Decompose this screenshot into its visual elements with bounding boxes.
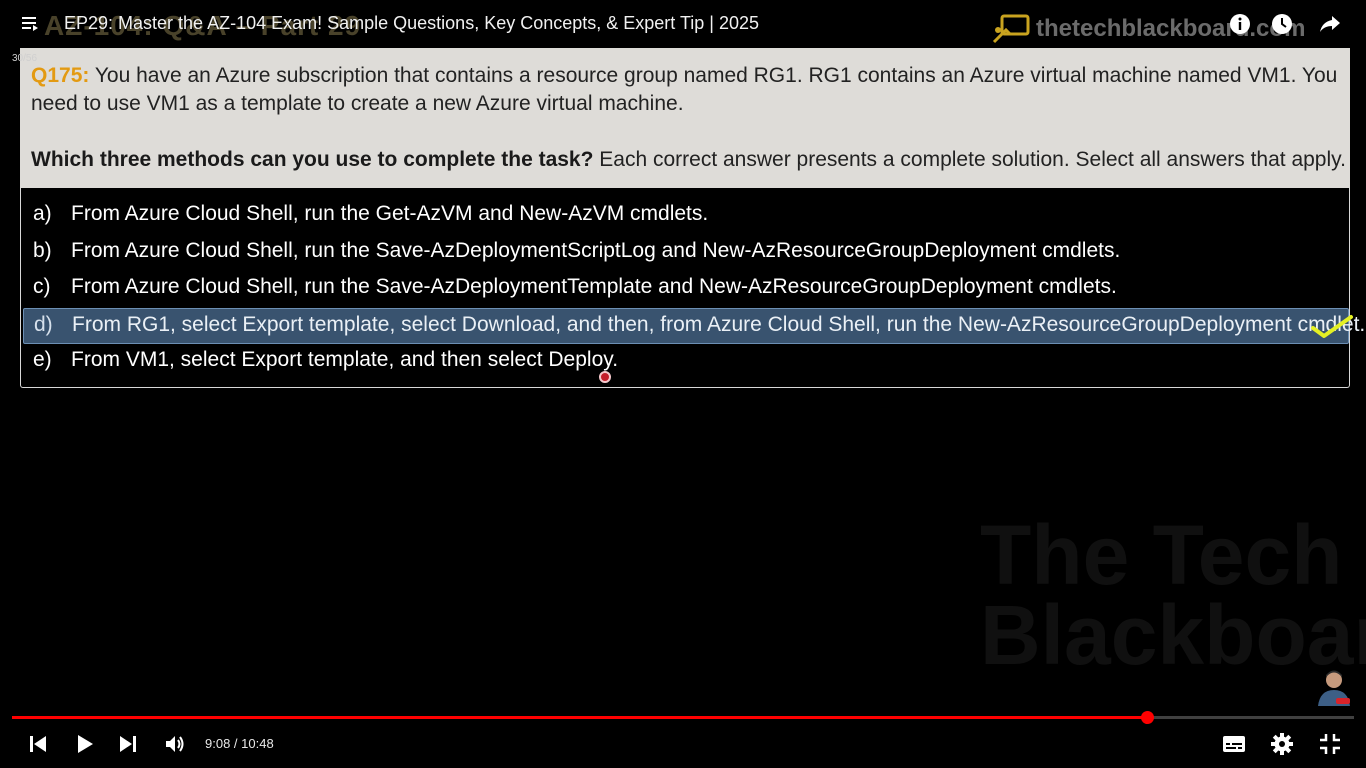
- question-text-2: need to use VM1 as a template to create …: [31, 92, 684, 115]
- check-icon: [1311, 315, 1353, 338]
- answer-option-d[interactable]: d) From RG1, select Export template, sel…: [23, 308, 1365, 344]
- answer-option-b[interactable]: b) From Azure Cloud Shell, run the Save-…: [23, 235, 1347, 269]
- progress-scrubber[interactable]: [1140, 711, 1154, 724]
- captions-icon[interactable]: [1222, 734, 1246, 754]
- question-line-1: Q175: You have an Azure subscription tha…: [31, 62, 1337, 90]
- answer-text: From VM1, select Export template, and th…: [71, 348, 619, 371]
- question-prompt-rest: Each correct answer presents a complete …: [593, 148, 1346, 171]
- answer-letter: a): [33, 202, 52, 225]
- answer-text: From Azure Cloud Shell, run the Save-AzD…: [71, 239, 1121, 262]
- top-bar: AZ-104: Q&A – Part 29 EP29: Master the A…: [0, 0, 1366, 48]
- answer-text: From Azure Cloud Shell, run the Get-AzVM…: [71, 202, 709, 225]
- volume-icon[interactable]: [164, 733, 186, 755]
- answer-text: From RG1, select Export template, select…: [72, 313, 1366, 336]
- question-prompt-bold: Which three methods can you use to compl…: [31, 148, 594, 171]
- answer-option-c[interactable]: c) From Azure Cloud Shell, run the Save-…: [23, 271, 1347, 305]
- question-panel: Q175: You have an Azure subscription tha…: [20, 48, 1350, 188]
- answer-letter: c): [33, 275, 51, 298]
- progress-played: [12, 716, 1147, 719]
- video-title[interactable]: EP29: Master the AZ-104 Exam! Sample Que…: [64, 13, 759, 34]
- answer-letter: b): [33, 239, 52, 262]
- progress-bar[interactable]: [12, 711, 1354, 724]
- answer-text: From Azure Cloud Shell, run the Save-AzD…: [71, 275, 1117, 298]
- watermark-line-1: The Tech: [980, 508, 1343, 602]
- question-prompt: Which three methods can you use to compl…: [31, 146, 1346, 174]
- brand-logo: thetechblackboard.com: [992, 14, 1305, 44]
- answer-letter: d): [34, 313, 53, 336]
- skip-previous-icon[interactable]: [28, 734, 48, 754]
- question-text-1: You have an Azure subscription that cont…: [89, 64, 1338, 87]
- question-number: Q175:: [31, 64, 90, 87]
- video-player[interactable]: Q175: You have an Azure subscription tha…: [0, 0, 1366, 768]
- presenter-avatar: [1318, 670, 1350, 706]
- answer-letter: e): [33, 348, 52, 371]
- exit-fullscreen-icon[interactable]: [1318, 732, 1342, 756]
- cursor-highlight: [599, 371, 611, 383]
- share-icon[interactable]: [1318, 12, 1342, 36]
- time-display: 9:08 / 10:48: [205, 736, 274, 751]
- gear-icon[interactable]: [1270, 732, 1294, 756]
- clock-icon[interactable]: [1270, 12, 1294, 36]
- watermark: The Tech Blackboard: [980, 508, 1366, 700]
- play-icon[interactable]: [74, 733, 96, 755]
- skip-next-icon[interactable]: [118, 734, 138, 754]
- playlist-menu-icon[interactable]: [20, 13, 40, 33]
- blackboard-logo-icon: [992, 14, 1030, 44]
- watermark-line-2: Blackboard: [980, 588, 1366, 682]
- slide-counter: 30/56: [12, 53, 38, 64]
- answer-option-e[interactable]: e) From VM1, select Export template, and…: [23, 344, 1347, 378]
- info-icon[interactable]: [1228, 12, 1252, 36]
- answer-option-a[interactable]: a) From Azure Cloud Shell, run the Get-A…: [23, 198, 1347, 232]
- answer-panel: a) From Azure Cloud Shell, run the Get-A…: [20, 188, 1365, 388]
- brand-text: thetechblackboard.com: [1036, 15, 1306, 42]
